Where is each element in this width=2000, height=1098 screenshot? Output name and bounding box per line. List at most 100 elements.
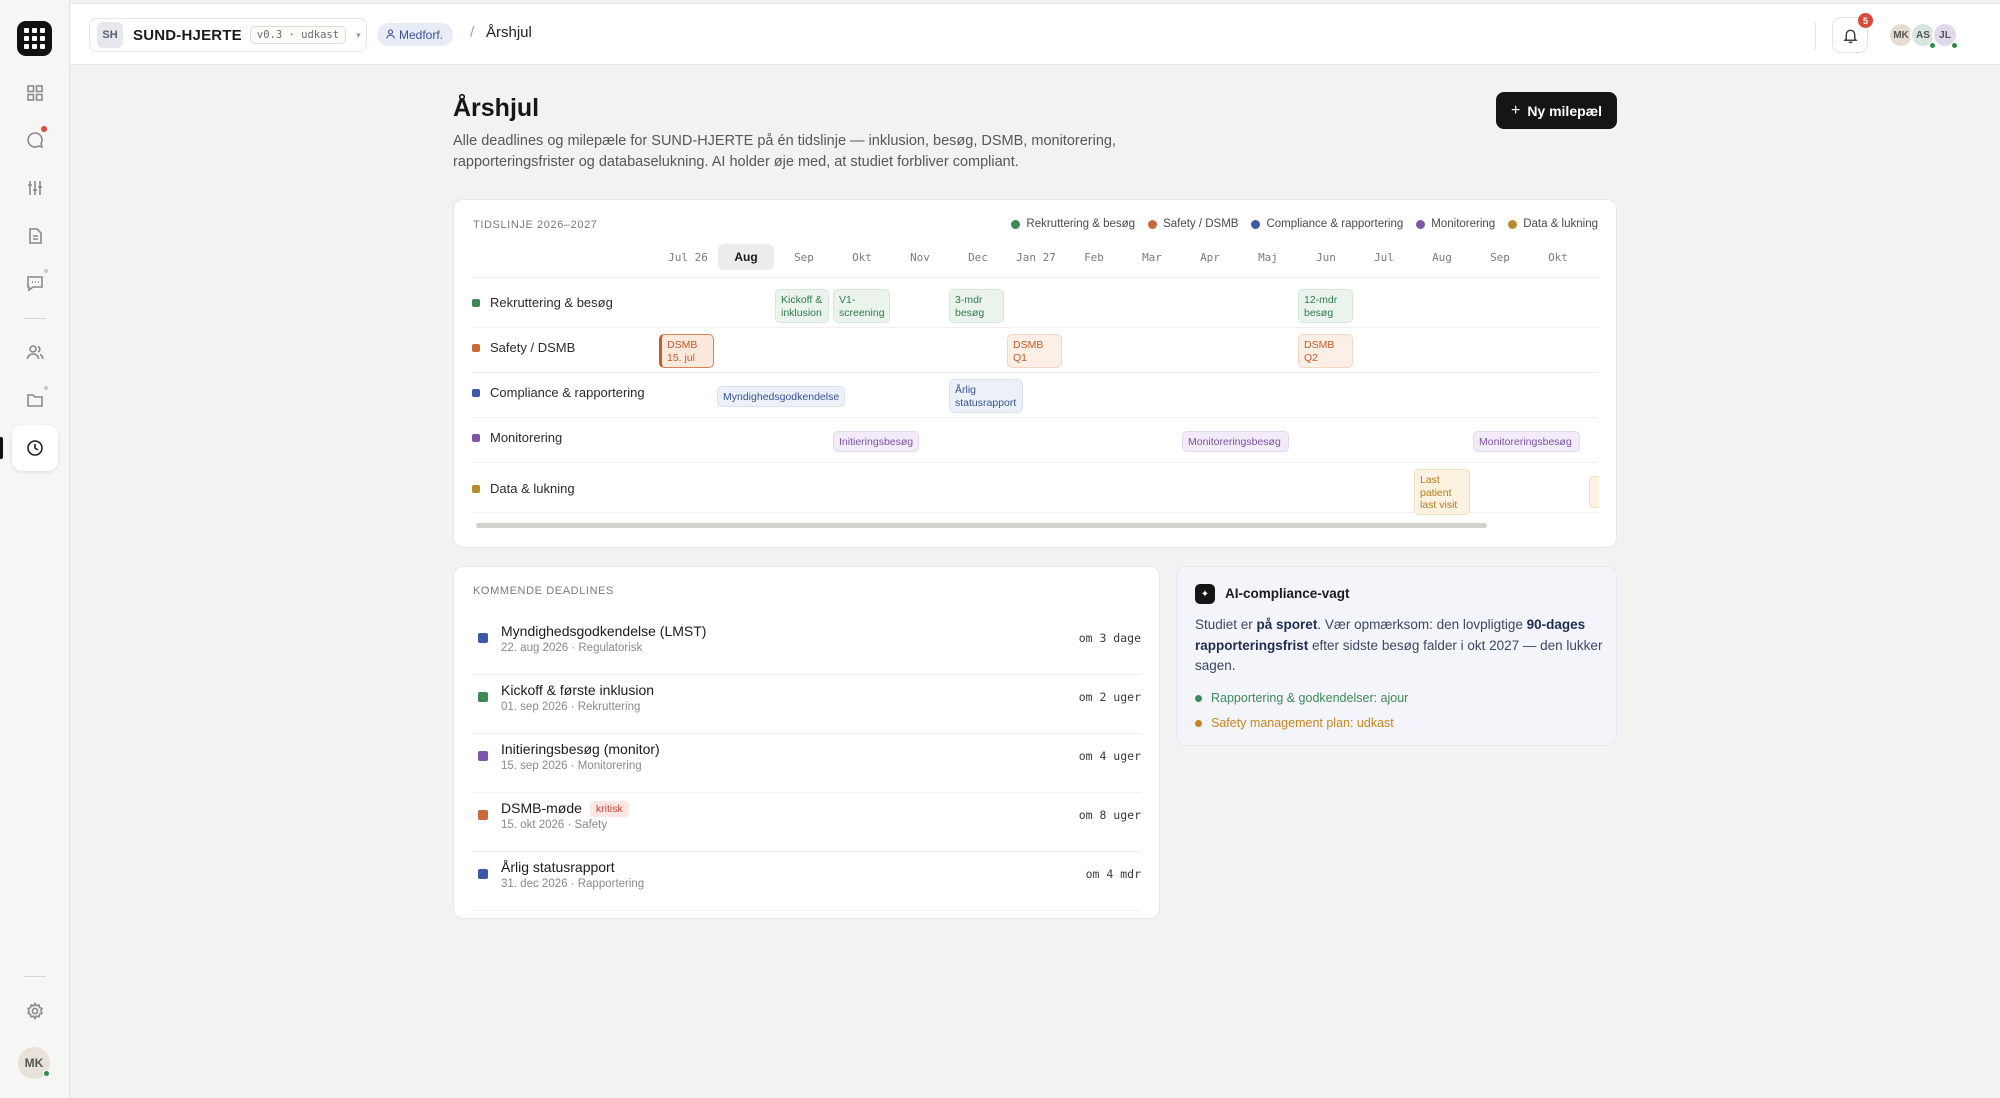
deadline-item[interactable]: Kickoff & første inklusion 01. sep 2026 …	[472, 676, 1141, 734]
timeline-label: TIDSLINJE 2026–2027	[473, 219, 598, 231]
deadline-item[interactable]: Myndighedsgodkendelse (LMST) 22. aug 202…	[472, 617, 1141, 675]
month-label[interactable]: Jul	[1356, 244, 1412, 270]
deadline-item[interactable]: Årlig statusrapport 31. dec 2026 · Rappo…	[472, 853, 1141, 911]
project-badge: SH	[97, 22, 123, 48]
deadline-due: om 4 mdr	[1085, 867, 1141, 881]
month-header: Jul 26 Aug Sep Okt Nov Dec Jan 27 Feb Ma…	[454, 244, 1618, 272]
category-square	[478, 869, 488, 879]
month-label[interactable]: Sep	[776, 244, 832, 270]
milestone-last-patient-last-visit[interactable]: Last patient last visit	[1414, 469, 1470, 515]
month-label[interactable]: Apr	[1182, 244, 1238, 270]
project-name: SUND-HJERTE	[133, 26, 242, 44]
row-divider	[472, 462, 1598, 463]
month-label[interactable]: Okt	[1530, 244, 1586, 270]
deadline-item[interactable]: DSMB-møde kritisk 15. okt 2026 · Safety o…	[472, 794, 1141, 852]
row-divider	[472, 277, 1598, 278]
new-milestone-button[interactable]: + Ny milepæl	[1496, 92, 1617, 129]
settings-gear-icon[interactable]	[19, 995, 51, 1027]
deadline-title: DSMB-møde kritisk	[501, 800, 629, 817]
month-label[interactable]: Maj	[1240, 244, 1296, 270]
milestone-monitoreringsbesog[interactable]: Monitoreringsbesøg	[1182, 431, 1289, 452]
deadline-due: om 4 uger	[1078, 749, 1141, 763]
folder-dot	[44, 386, 48, 390]
month-label[interactable]: Jun	[1298, 244, 1354, 270]
milestone-kickoff[interactable]: Kickoff & inklusion	[775, 289, 829, 323]
deadline-subtitle: 22. aug 2026 · Regulatorisk	[501, 642, 643, 654]
row-label-compliance: Compliance & rapportering	[472, 385, 645, 400]
milestone-3-mdr-besog[interactable]: 3-mdr besøg	[949, 289, 1004, 323]
month-label[interactable]: Dec	[950, 244, 1006, 270]
chat-unread-dot	[41, 126, 47, 132]
milestone-dsmb-q2[interactable]: DSMB Q2	[1298, 334, 1353, 368]
category-square	[478, 633, 488, 643]
deadline-title: Kickoff & første inklusion	[501, 682, 655, 698]
month-label[interactable]: Okt	[834, 244, 890, 270]
month-label[interactable]: Jan 27	[1008, 244, 1064, 270]
status-dot	[1195, 694, 1202, 702]
category-square	[478, 810, 488, 820]
timeline-legend: Rekruttering & besøg Safety / DSMB Compl…	[1011, 218, 1598, 230]
milestone-offscreen[interactable]	[1589, 476, 1599, 508]
dashboard-icon[interactable]	[19, 77, 51, 109]
active-nav-indicator	[0, 437, 3, 459]
milestone-dsmb-jul[interactable]: DSMB 15. jul	[659, 334, 714, 368]
category-square	[478, 751, 488, 761]
row-label-monitorering: Monitorering	[472, 430, 562, 445]
sparkle-icon: ✦	[1195, 584, 1215, 604]
comment-dot	[44, 269, 48, 273]
status-dot	[1195, 719, 1202, 727]
milestone-arlig-statusrapport[interactable]: Årlig statusrapport	[949, 379, 1023, 413]
online-status-dot	[43, 1070, 50, 1077]
breadcrumb-separator: /	[470, 24, 475, 41]
milestone-myndighedsgodkendelse[interactable]: Myndighedsgodkendelse	[717, 386, 845, 407]
month-label[interactable]: Nov	[892, 244, 948, 270]
ai-card-title: AI-compliance-vagt	[1225, 586, 1350, 601]
sidebar: MK	[0, 0, 70, 1098]
person-icon	[386, 29, 395, 39]
legend-item: Safety / DSMB	[1148, 218, 1238, 230]
month-label[interactable]: Mar	[1124, 244, 1180, 270]
milestone-monitoreringsbesog[interactable]: Monitoreringsbesøg	[1473, 431, 1580, 452]
month-label[interactable]: Aug	[1414, 244, 1470, 270]
page-description: Alle deadlines og milepæle for SUND-HJER…	[453, 133, 1116, 170]
clock-icon[interactable]	[12, 425, 58, 471]
page-title: Årshjul	[453, 94, 540, 122]
deadline-due: om 8 uger	[1078, 808, 1141, 822]
document-icon[interactable]	[19, 220, 51, 252]
topbar: SH SUND-HJERTE v0.3 · udkast ▾ Medforf. …	[71, 3, 2000, 65]
role-chip[interactable]: Medforf.	[377, 23, 454, 46]
deadline-title: Myndighedsgodkendelse (LMST)	[501, 623, 707, 639]
milestone-dsmb-q1[interactable]: DSMB Q1	[1007, 334, 1062, 368]
deadline-subtitle: 15. okt 2026 · Safety	[501, 819, 608, 831]
new-milestone-label: Ny milepæl	[1527, 102, 1603, 119]
deadline-item[interactable]: Initieringsbesøg (monitor) 15. sep 2026 …	[472, 735, 1141, 793]
row-divider	[472, 417, 1598, 418]
ai-summary: Studiet er på sporet. Vær opmærksom: den…	[1195, 617, 1603, 673]
row-divider	[472, 372, 1598, 373]
timeline-card: TIDSLINJE 2026–2027 Rekruttering & besøg…	[453, 199, 1617, 548]
milestone-12-mdr-besog[interactable]: 12-mdr besøg	[1298, 289, 1353, 323]
deadlines-card: KOMMENDE DEADLINES Myndighedsgodkendelse…	[453, 566, 1160, 919]
ai-compliance-card: ✦ AI-compliance-vagt Studiet er på spore…	[1176, 566, 1617, 746]
legend-item: Data & lukning	[1508, 218, 1598, 230]
project-switcher[interactable]: SH SUND-HJERTE v0.3 · udkast ▾	[89, 18, 367, 52]
month-label[interactable]: Jul 26	[660, 244, 716, 270]
notification-count-badge: 5	[1858, 13, 1873, 28]
legend-item: Monitorering	[1416, 218, 1495, 230]
app-grid-logo[interactable]	[17, 21, 52, 56]
month-label-current[interactable]: Aug	[718, 244, 774, 270]
milestone-v1-screening[interactable]: V1-screening	[833, 289, 890, 323]
timeline-scrollbar[interactable]	[476, 523, 1487, 528]
status-line-ok: Rapportering & godkendelser: ajour	[1195, 691, 1408, 705]
deadline-subtitle: 15. sep 2026 · Monitorering	[501, 760, 642, 772]
deadline-due: om 3 dage	[1078, 631, 1141, 645]
version-tag: v0.3 · udkast	[249, 26, 347, 44]
row-label-rekruttering: Rekruttering & besøg	[472, 295, 613, 310]
sliders-icon[interactable]	[19, 172, 51, 204]
deadline-due: om 2 uger	[1078, 690, 1141, 704]
deadline-subtitle: 01. sep 2026 · Rekruttering	[501, 701, 641, 713]
milestone-initieringsbesog[interactable]: Initieringsbesøg	[833, 431, 919, 452]
users-icon[interactable]	[19, 336, 51, 368]
month-label[interactable]: Feb	[1066, 244, 1122, 270]
month-label[interactable]: Sep	[1472, 244, 1528, 270]
